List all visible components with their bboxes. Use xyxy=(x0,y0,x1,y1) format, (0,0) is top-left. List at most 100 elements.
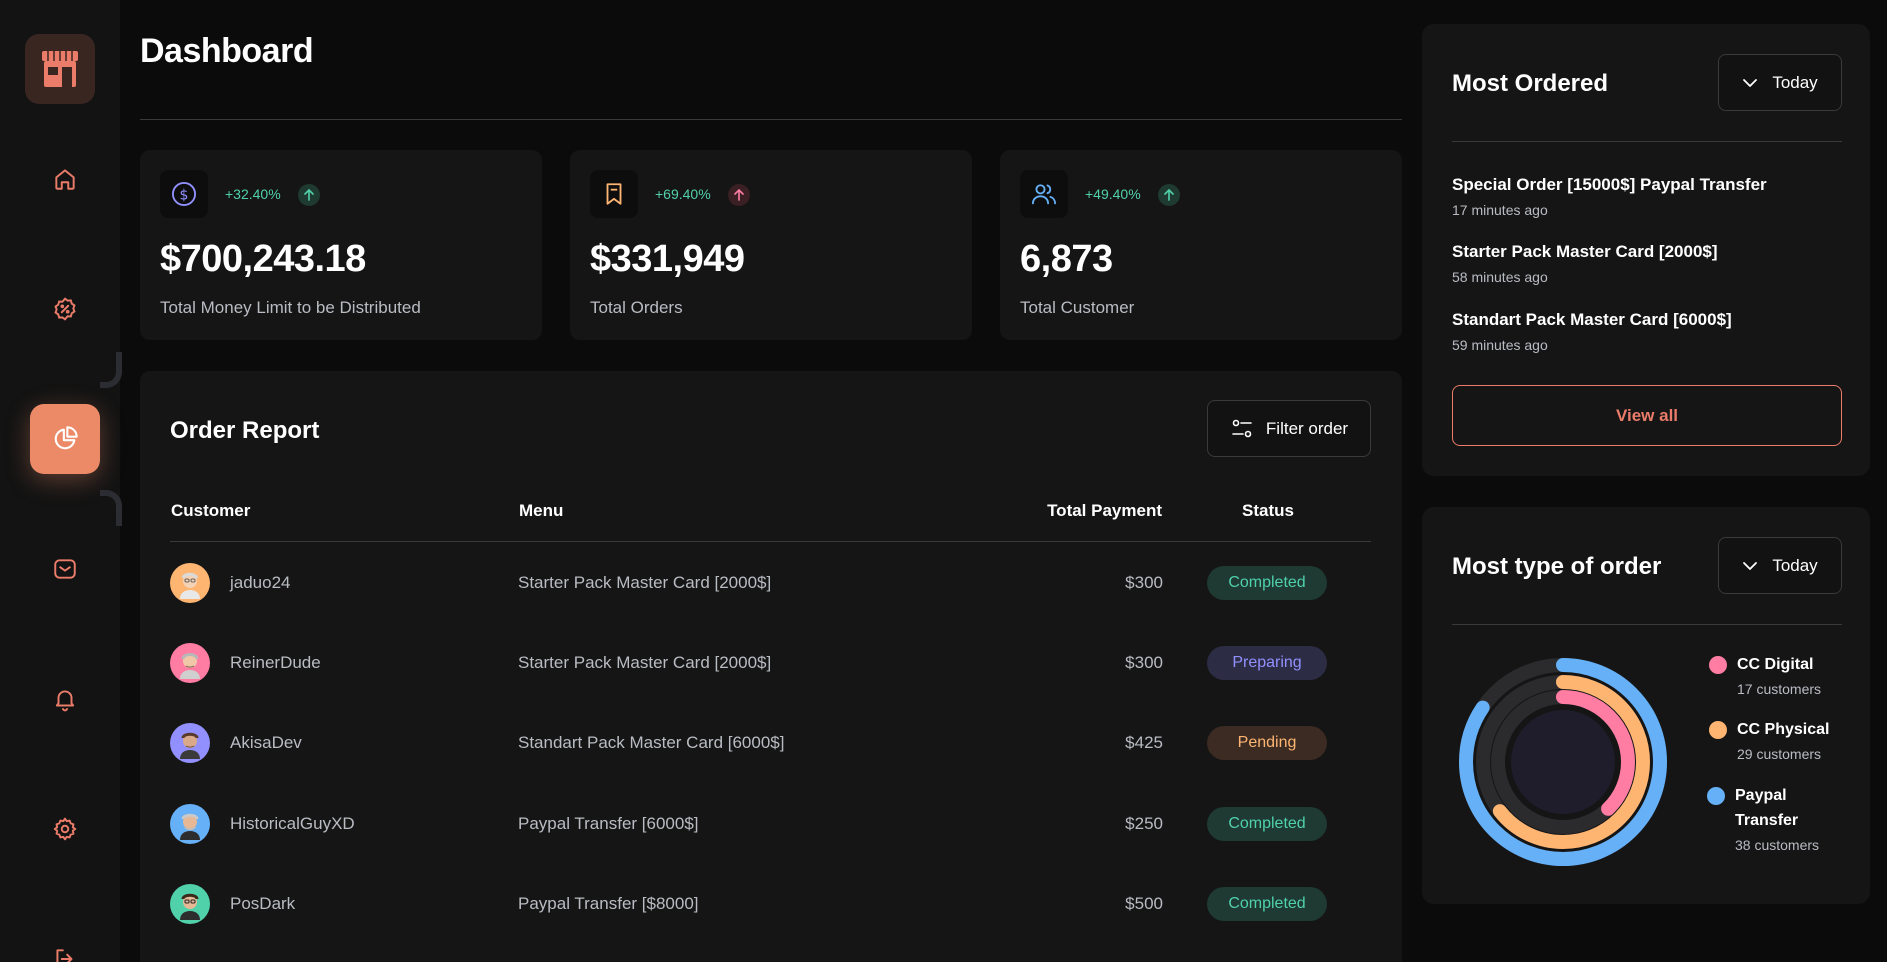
stat-card-money: $ +32.40% $700,243.18 Total Money Limit … xyxy=(140,150,542,340)
most-type-dropdown[interactable]: Today xyxy=(1718,537,1842,594)
header-divider xyxy=(140,119,1402,120)
table-row[interactable]: jaduo24 Starter Pack Master Card [2000$]… xyxy=(170,563,1371,623)
table-row[interactable]: AkisaDev Standart Pack Master Card [6000… xyxy=(170,723,1371,783)
table-row[interactable]: HistoricalGuyXD Paypal Transfer [6000$] … xyxy=(170,804,1371,864)
page-title: Dashboard xyxy=(140,32,314,70)
status-badge: Pending xyxy=(1207,726,1327,760)
view-all-button[interactable]: View all xyxy=(1452,385,1842,446)
legend-name: CC Physical xyxy=(1737,721,1830,738)
legend-dot-paypal xyxy=(1707,787,1725,805)
stat-card-orders: +69.40% $331,949 Total Orders xyxy=(570,150,972,340)
most-type-title: Most type of order xyxy=(1452,553,1662,580)
avatar xyxy=(170,643,210,683)
legend-name: Transfer xyxy=(1735,812,1799,829)
most-ordered-item-title: Special Order [15000$] Paypal Transfer xyxy=(1452,175,1767,194)
customer-name: PosDark xyxy=(230,894,296,913)
status-badge: Completed xyxy=(1207,887,1327,921)
gear-icon xyxy=(53,817,77,841)
svg-text:$: $ xyxy=(180,187,189,203)
filter-icon xyxy=(1232,419,1252,437)
user-avatar-icon xyxy=(180,732,200,759)
most-type-panel: Most type of order Today CC Digital 17 c… xyxy=(1422,507,1870,904)
column-header-customer[interactable]: Customer xyxy=(171,501,250,521)
stat-label: Total Money Limit to be Distributed xyxy=(160,298,421,317)
dollar-icon: $ xyxy=(171,181,197,207)
order-report-panel: Order Report Filter order Customer Menu … xyxy=(140,371,1402,962)
arrow-up-icon xyxy=(298,184,320,206)
avatar xyxy=(170,723,210,763)
filter-order-button[interactable]: Filter order xyxy=(1207,400,1371,457)
sidebar-item-home[interactable] xyxy=(30,144,100,214)
legend-name: Paypal xyxy=(1735,787,1787,804)
arrow-up-icon xyxy=(1158,184,1180,206)
column-header-payment[interactable]: Total Payment xyxy=(1047,501,1162,521)
column-header-status[interactable]: Status xyxy=(1242,501,1294,521)
customer-name: jaduo24 xyxy=(230,573,291,592)
most-ordered-panel: Most Ordered Today Special Order [15000$… xyxy=(1422,24,1870,476)
panel-divider xyxy=(1452,624,1842,625)
customer-name: ReinerDude xyxy=(230,653,321,672)
avatar xyxy=(170,884,210,924)
user-avatar-icon xyxy=(180,653,200,679)
stat-change: +49.40% xyxy=(1085,186,1141,202)
dropdown-value: Today xyxy=(1772,72,1818,92)
payment-cell: $300 xyxy=(1125,653,1163,672)
most-ordered-item-time: 59 minutes ago xyxy=(1452,337,1548,353)
legend-count: 29 customers xyxy=(1737,746,1822,762)
customer-name: HistoricalGuyXD xyxy=(230,814,355,833)
legend-count: 17 customers xyxy=(1737,681,1822,697)
message-icon xyxy=(54,559,76,579)
payment-cell: $425 xyxy=(1125,733,1163,752)
menu-cell: Paypal Transfer [$8000] xyxy=(518,894,699,913)
most-ordered-item-title: Starter Pack Master Card [2000$] xyxy=(1452,242,1718,261)
table-row[interactable]: PosDark Paypal Transfer [$8000] $500 Com… xyxy=(170,884,1371,944)
table-header-divider xyxy=(170,541,1371,542)
active-nav-curve-bottom xyxy=(100,490,122,526)
dropdown-value: Today xyxy=(1772,555,1818,575)
sidebar-item-dashboard[interactable] xyxy=(30,404,100,474)
user-avatar-icon xyxy=(180,893,200,920)
sidebar-item-discount[interactable] xyxy=(30,274,100,344)
panel-divider xyxy=(1452,141,1842,142)
chevron-down-icon xyxy=(1743,78,1758,87)
sidebar-item-logout[interactable] xyxy=(30,924,100,962)
legend-dot-cc-physical xyxy=(1709,721,1727,739)
chevron-down-icon xyxy=(1743,561,1758,570)
most-ordered-dropdown[interactable]: Today xyxy=(1718,54,1842,111)
stat-value: $331,949 xyxy=(590,238,745,280)
column-header-menu[interactable]: Menu xyxy=(519,501,563,521)
payment-cell: $250 xyxy=(1125,814,1163,833)
payment-cell: $500 xyxy=(1125,894,1163,913)
status-badge: Completed xyxy=(1207,807,1327,841)
pie-chart-icon xyxy=(54,426,78,450)
sidebar-item-settings[interactable] xyxy=(30,794,100,864)
table-row[interactable]: ReinerDude Starter Pack Master Card [200… xyxy=(170,643,1371,703)
discount-icon xyxy=(54,297,76,321)
filter-order-label: Filter order xyxy=(1265,418,1349,438)
most-ordered-item-title: Standart Pack Master Card [6000$] xyxy=(1452,310,1732,329)
stat-value: $700,243.18 xyxy=(160,238,366,280)
bell-icon xyxy=(55,690,75,712)
active-nav-curve-top xyxy=(100,352,122,388)
store-logo[interactable] xyxy=(25,34,95,104)
legend-dot-cc-digital xyxy=(1709,656,1727,674)
stat-change: +69.40% xyxy=(655,186,711,202)
sidebar-item-messages[interactable] xyxy=(30,534,100,604)
most-ordered-title: Most Ordered xyxy=(1452,70,1609,97)
most-ordered-item-time: 58 minutes ago xyxy=(1452,269,1548,285)
sidebar-item-notifications[interactable] xyxy=(30,664,100,734)
arrow-up-icon xyxy=(728,184,750,206)
store-icon xyxy=(42,51,78,87)
stat-label: Total Orders xyxy=(590,298,683,317)
stat-label: Total Customer xyxy=(1020,298,1135,317)
stat-card-customers: +49.40% 6,873 Total Customer xyxy=(1000,150,1402,340)
user-avatar-icon xyxy=(180,813,200,840)
menu-cell: Standart Pack Master Card [6000$] xyxy=(518,733,785,752)
menu-cell: Starter Pack Master Card [2000$] xyxy=(518,573,772,592)
avatar xyxy=(170,804,210,844)
status-badge: Preparing xyxy=(1207,646,1327,680)
order-report-title: Order Report xyxy=(170,417,320,444)
legend-count: 38 customers xyxy=(1735,837,1820,853)
payment-cell: $300 xyxy=(1125,573,1163,592)
logout-icon xyxy=(56,949,73,962)
